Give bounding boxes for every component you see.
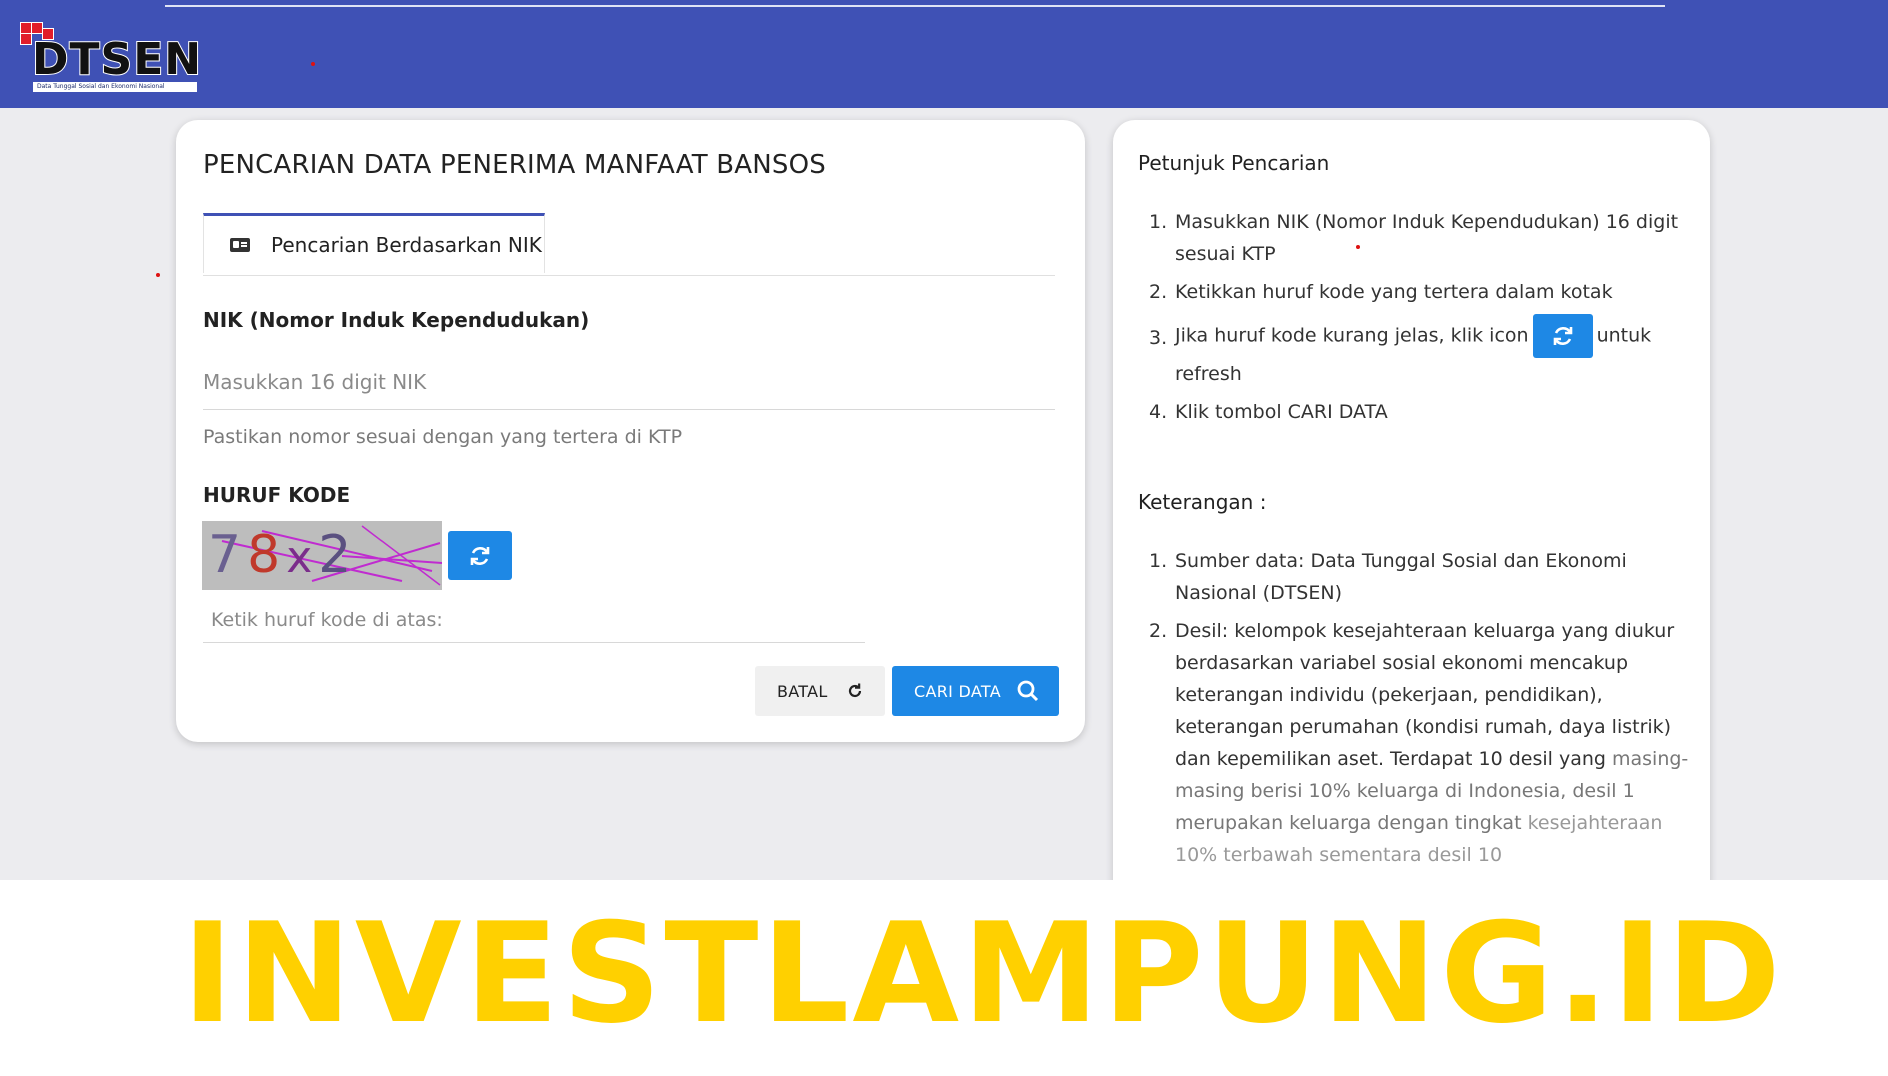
captcha-image: 78x2 — [202, 521, 442, 590]
id-card-icon — [230, 238, 250, 252]
refresh-icon — [470, 546, 490, 565]
navbar-divider — [165, 5, 1665, 7]
guide-steps: 1. Masukkan NIK (Nomor Induk Kependudukan… — [1149, 206, 1690, 428]
notes-list: 1. Sumber data: Data Tunggal Sosial dan E… — [1149, 545, 1690, 871]
captcha-text: 78x2 — [208, 525, 358, 585]
cancel-button[interactable]: BATAL — [755, 666, 885, 716]
list-item: 4. Klik tombol CARI DATA — [1149, 401, 1388, 423]
search-button[interactable]: CARI DATA — [892, 666, 1059, 716]
decor-dot — [311, 62, 315, 66]
list-item: 2. Ketikkan huruf kode yang tertera dalam… — [1149, 281, 1613, 303]
list-item: 3. Jika huruf kode kurang jelas, klik ico… — [1149, 314, 1690, 390]
page-title: PENCARIAN DATA PENERIMA MANFAAT BANSOS — [203, 150, 826, 180]
search-card: PENCARIAN DATA PENERIMA MANFAAT BANSOS P… — [176, 120, 1085, 742]
logo-text: DTSEN — [31, 33, 203, 86]
tab-search-by-nik[interactable]: Pencarian Berdasarkan NIK — [203, 213, 545, 273]
top-navbar: DTSEN Data Tunggal Sosial dan Ekonomi Na… — [0, 0, 1888, 108]
nik-input[interactable] — [203, 355, 1055, 410]
guide-title: Petunjuk Pencarian — [1138, 151, 1330, 175]
watermark-text: INVESTLAMPUNG.ID — [182, 893, 1784, 1054]
decor-dot — [1356, 245, 1360, 249]
list-item: 1. Sumber data: Data Tunggal Sosial dan E… — [1149, 550, 1627, 604]
search-icon — [1017, 680, 1039, 702]
notes-title: Keterangan : — [1138, 490, 1267, 514]
dtsen-logo[interactable]: DTSEN Data Tunggal Sosial dan Ekonomi Na… — [18, 20, 202, 96]
nik-label: NIK (Nomor Induk Kependudukan) — [203, 308, 590, 332]
list-item: 1. Masukkan NIK (Nomor Induk Kependudukan… — [1149, 211, 1679, 265]
cancel-button-label: BATAL — [777, 681, 828, 701]
list-item: 2. Desil: kelompok kesejahteraan keluarga… — [1149, 620, 1689, 866]
tab-bar: Pencarian Berdasarkan NIK — [203, 213, 1055, 276]
search-button-label: CARI DATA — [914, 681, 1001, 701]
guide-card: Petunjuk Pencarian 1. Masukkan NIK (Nomor… — [1113, 120, 1710, 940]
tab-label: Pencarian Berdasarkan NIK — [271, 233, 542, 257]
captcha-refresh-button[interactable] — [448, 531, 512, 580]
nik-hint: Pastikan nomor sesuai dengan yang terter… — [203, 426, 683, 448]
captcha-input[interactable] — [203, 598, 865, 643]
logo-subtitle: Data Tunggal Sosial dan Ekonomi Nasional — [33, 82, 197, 92]
captcha-label: HURUF KODE — [203, 483, 351, 507]
decor-dot — [156, 273, 160, 277]
reload-icon — [848, 683, 862, 698]
inline-refresh-icon — [1532, 314, 1593, 358]
